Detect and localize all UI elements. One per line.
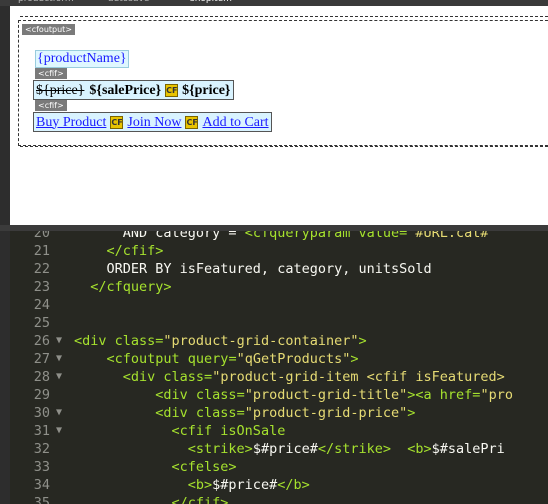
code-text: <div class="product-grid-item <cfif isFe… bbox=[74, 369, 505, 385]
design-view[interactable]: <cfoutput> {productName} <cfif> ${price}… bbox=[10, 6, 548, 231]
design-top-dashed-line bbox=[20, 16, 548, 17]
code-text: <cfif isOnSale bbox=[74, 423, 286, 439]
code-text: <cfoutput query="qGetProducts"> bbox=[74, 351, 359, 367]
left-panel-strip bbox=[0, 6, 10, 504]
code-line[interactable]: 22 ORDER BY isFeatured, category, unitsS… bbox=[10, 260, 548, 278]
code-line[interactable]: 20 AND category = <cfqueryparam value="#… bbox=[10, 231, 548, 242]
line-number: 22 bbox=[33, 261, 50, 277]
line-number: 31 bbox=[33, 423, 50, 439]
code-text: </cfquery> bbox=[74, 279, 172, 295]
code-text: AND category = <cfqueryparam value="#URL… bbox=[74, 231, 497, 241]
code-view[interactable]: 20 AND category = <cfqueryparam value="#… bbox=[10, 231, 548, 504]
code-line[interactable]: 23 </cfquery> bbox=[10, 278, 548, 296]
cfif-tag-label-2[interactable]: <cfif> bbox=[35, 100, 67, 111]
design-bottom-dashed-line bbox=[20, 146, 548, 147]
action-links-block[interactable]: Buy Product CF Join Now CF Add to Cart bbox=[33, 112, 272, 132]
fold-toggle-icon[interactable]: ▼ bbox=[56, 404, 62, 422]
add-to-cart-link[interactable]: Add to Cart bbox=[202, 114, 268, 131]
line-number: 25 bbox=[33, 315, 50, 331]
line-number: 28 bbox=[33, 369, 50, 385]
code-line[interactable]: 32 <strike>$#price#</strike> <b>$#salePr… bbox=[10, 440, 548, 458]
cfelse-icon[interactable]: CF bbox=[165, 83, 179, 97]
line-number: 32 bbox=[33, 441, 50, 457]
line-number: 35 bbox=[33, 495, 50, 504]
code-text: <b>$#price#</b> bbox=[74, 477, 310, 493]
price-bold: ${price} bbox=[182, 82, 231, 98]
code-text: <div class="product-grid-container"> bbox=[74, 333, 367, 349]
line-number: 30 bbox=[33, 405, 50, 421]
fold-toggle-icon[interactable]: ▼ bbox=[56, 368, 62, 386]
line-number: 23 bbox=[33, 279, 50, 295]
code-line[interactable]: 21 </cfif> bbox=[10, 242, 548, 260]
code-line[interactable]: 35 </cfif> bbox=[10, 494, 548, 504]
code-text: <cfelse> bbox=[74, 459, 237, 475]
line-number: 24 bbox=[33, 297, 50, 313]
sale-price-bold: ${salePrice} bbox=[89, 82, 162, 98]
code-text: ORDER BY isFeatured, category, unitsSold bbox=[74, 261, 432, 277]
buy-product-link[interactable]: Buy Product bbox=[36, 114, 106, 131]
original-price-strike: ${price} bbox=[36, 82, 85, 98]
line-number: 29 bbox=[33, 387, 50, 403]
code-line[interactable]: 29 <div class="product-grid-title"><a hr… bbox=[10, 386, 548, 404]
code-line[interactable]: 24 bbox=[10, 296, 548, 314]
code-text: </cfif> bbox=[74, 243, 164, 259]
code-line[interactable]: 34 <b>$#price#</b> bbox=[10, 476, 548, 494]
code-line[interactable]: 31 ▼ <cfif isOnSale bbox=[10, 422, 548, 440]
cfelse-icon-2[interactable]: CF bbox=[185, 115, 199, 129]
code-line[interactable]: 30 ▼ <div class="product-grid-price"> bbox=[10, 404, 548, 422]
line-number: 20 bbox=[33, 231, 50, 241]
cfelseif-icon[interactable]: CF bbox=[110, 115, 124, 129]
cfoutput-tag-label[interactable]: <cfoutput> bbox=[22, 24, 76, 35]
fold-toggle-icon[interactable]: ▼ bbox=[56, 332, 62, 350]
cfif-tag-label[interactable]: <cfif> bbox=[35, 68, 67, 79]
code-text: <div class="product-grid-price"> bbox=[74, 405, 416, 421]
line-number: 33 bbox=[33, 459, 50, 475]
code-text: <div class="product-grid-title"><a href=… bbox=[74, 387, 513, 403]
line-number: 27 bbox=[33, 351, 50, 367]
line-number: 26 bbox=[33, 333, 50, 349]
code-line[interactable]: 28 ▼ <div class="product-grid-item <cfif … bbox=[10, 368, 548, 386]
fold-toggle-icon[interactable]: ▼ bbox=[56, 422, 62, 440]
code-text: </cfif> bbox=[74, 495, 229, 504]
join-now-link[interactable]: Join Now bbox=[127, 114, 181, 131]
code-line[interactable]: 33 <cfelse> bbox=[10, 458, 548, 476]
code-line[interactable]: 25 bbox=[10, 314, 548, 332]
code-line[interactable]: 27 ▼ <cfoutput query="qGetProducts"> bbox=[10, 350, 548, 368]
line-number: 34 bbox=[33, 477, 50, 493]
code-text: <strike>$#price#</strike> <b>$#salePri bbox=[74, 441, 505, 457]
price-cfif-block[interactable]: ${price} ${salePrice} CF ${price} bbox=[33, 80, 235, 100]
line-number: 21 bbox=[33, 243, 50, 259]
code-line[interactable]: 26 ▼ <div class="product-grid-container"> bbox=[10, 332, 548, 350]
product-name-field[interactable]: {productName} bbox=[35, 50, 129, 68]
fold-toggle-icon[interactable]: ▼ bbox=[56, 350, 62, 368]
